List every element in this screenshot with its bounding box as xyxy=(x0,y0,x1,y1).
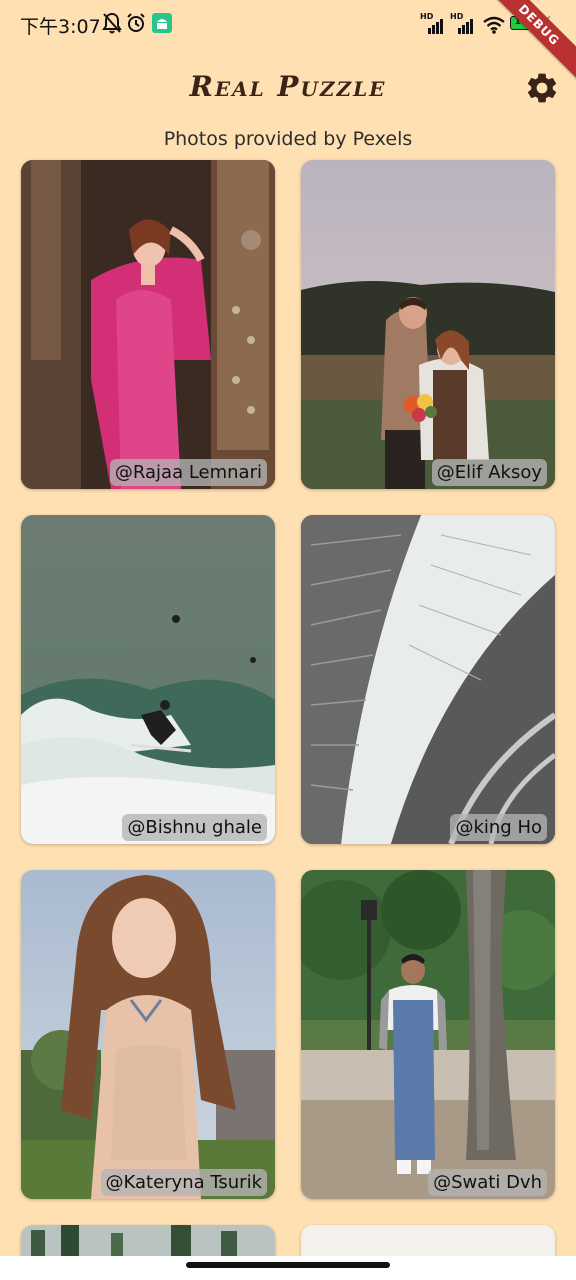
status-bar: 下午3:07 HD HD 100 ⚡ xyxy=(0,0,576,50)
photo-card[interactable]: @Bishnu ghale xyxy=(21,515,275,844)
network-label: HD xyxy=(420,12,434,21)
photo-card[interactable]: @Elif Aksoy xyxy=(301,160,555,489)
bell-off-icon xyxy=(102,12,122,34)
bottom-nav-bar xyxy=(0,1256,576,1280)
photo-surfer-wave xyxy=(21,515,275,844)
photographer-credit: @Elif Aksoy xyxy=(431,459,547,486)
settings-button[interactable] xyxy=(524,70,560,106)
signal-2-icon: HD xyxy=(450,12,476,34)
wifi-icon xyxy=(483,16,505,34)
photo-woman-long-hair xyxy=(21,870,275,1199)
photo-card[interactable]: @Kateryna Tsurik xyxy=(21,870,275,1199)
photographer-credit: @king Ho xyxy=(450,814,547,841)
photographer-credit: @Bishnu ghale xyxy=(122,814,267,841)
alarm-icon xyxy=(127,13,145,32)
gear-icon xyxy=(527,73,557,103)
photo-woman-pink-robe xyxy=(21,160,275,489)
photographer-credit: @Swati Dvh xyxy=(428,1169,547,1196)
photo-card[interactable]: @king Ho xyxy=(301,515,555,844)
status-time: 下午3:07 xyxy=(20,16,101,38)
photographer-credit: @Kateryna Tsurik xyxy=(100,1169,267,1196)
photo-couple-field xyxy=(301,160,555,489)
subtitle: Photos provided by Pexels xyxy=(163,128,413,150)
photographer-credit: @Rajaa Lemnari xyxy=(109,459,267,486)
photo-card[interactable]: @Rajaa Lemnari xyxy=(21,160,275,489)
photo-curved-architecture xyxy=(301,515,555,844)
signal-1-icon: HD xyxy=(420,12,446,34)
page-title: Real Puzzle xyxy=(189,70,387,103)
network-label: HD xyxy=(450,12,464,21)
photo-card[interactable]: @Swati Dvh xyxy=(301,870,555,1199)
android-icon xyxy=(152,13,172,33)
home-gesture-handle[interactable] xyxy=(186,1262,390,1268)
photo-man-by-tree xyxy=(301,870,555,1199)
